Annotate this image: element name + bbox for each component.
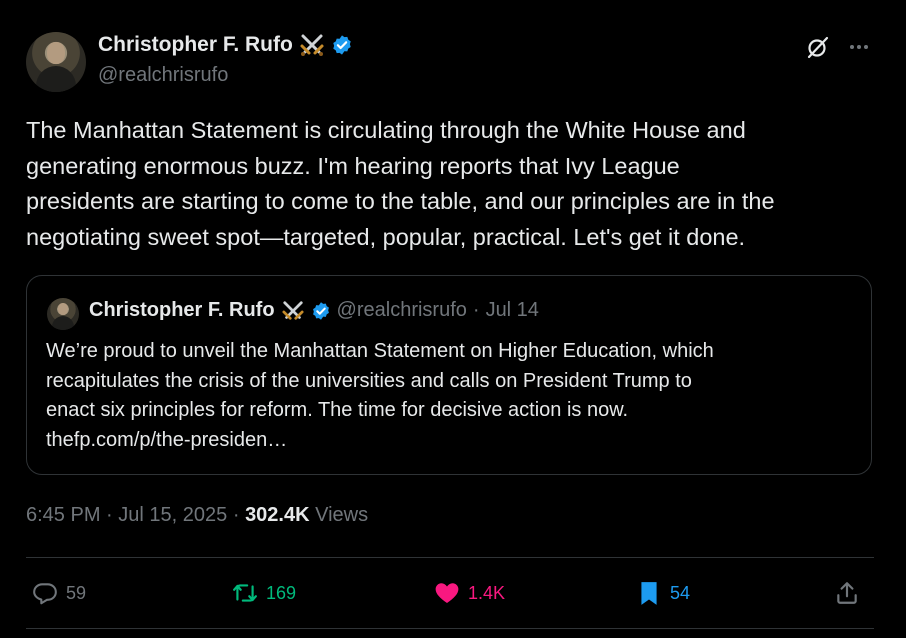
avatar-face xyxy=(47,42,65,64)
quote-header: Christopher F. Rufo @realchrisrufo · Jul… xyxy=(89,299,539,322)
views-count: 302.4K xyxy=(245,504,310,526)
quote-author-avatar[interactable] xyxy=(47,298,79,330)
reply-count: 59 xyxy=(66,582,87,603)
quote-text: We’re proud to unveil the Manhattan Stat… xyxy=(46,340,714,451)
author-handle[interactable]: @realchrisrufo xyxy=(98,64,228,87)
repost-icon xyxy=(233,584,257,602)
repost-count: 169 xyxy=(266,582,297,603)
heart-icon xyxy=(435,583,459,603)
quote-author-name: Christopher F. Rufo xyxy=(89,299,275,321)
repost-button[interactable]: 169 xyxy=(232,571,296,615)
reply-icon xyxy=(33,583,57,605)
tweet-text: The Manhattan Statement is circulating t… xyxy=(26,117,775,250)
more-options-icon[interactable] xyxy=(846,34,872,60)
bookmark-icon xyxy=(641,582,657,605)
bookmark-button[interactable]: 54 xyxy=(636,571,690,615)
divider xyxy=(26,557,874,558)
share-icon xyxy=(837,582,857,604)
tweet-date[interactable]: Jul 15, 2025 xyxy=(118,504,227,526)
tweet-meta: 6:45 PM · Jul 15, 2025 · 302.4K Views xyxy=(26,504,368,527)
action-bar: 59 169 1.4K 54 xyxy=(26,571,874,615)
tweet: Christopher F. Rufo @realchrisrufo The M… xyxy=(0,0,906,638)
quoted-tweet[interactable]: Christopher F. Rufo @realchrisrufo · Jul… xyxy=(26,275,872,475)
bookmark-count: 54 xyxy=(670,582,691,603)
crossed-swords-icon xyxy=(300,34,324,56)
grok-icon[interactable] xyxy=(806,35,830,59)
quote-date: Jul 14 xyxy=(485,299,539,321)
separator-dot: · xyxy=(232,504,240,526)
avatar-shoulders xyxy=(52,316,74,330)
separator-dot: · xyxy=(106,504,113,526)
verified-badge-icon xyxy=(312,301,329,320)
views-label: Views xyxy=(315,504,369,526)
divider xyxy=(26,628,874,629)
share-button[interactable] xyxy=(834,571,860,615)
verified-badge-icon[interactable] xyxy=(331,34,353,56)
like-count: 1.4K xyxy=(468,582,506,603)
separator-dot: · xyxy=(472,299,480,321)
crossed-swords-icon xyxy=(282,300,304,320)
quote-author-handle: @realchrisrufo xyxy=(336,299,467,321)
avatar-face xyxy=(58,303,68,315)
reply-button[interactable]: 59 xyxy=(32,571,86,615)
author-avatar[interactable] xyxy=(26,32,86,92)
avatar-shoulders xyxy=(36,66,76,92)
author-name-row[interactable]: Christopher F. Rufo xyxy=(98,33,353,57)
tweet-time[interactable]: 6:45 PM xyxy=(26,504,100,526)
like-button[interactable]: 1.4K xyxy=(434,571,505,615)
author-name[interactable]: Christopher F. Rufo xyxy=(98,33,293,57)
